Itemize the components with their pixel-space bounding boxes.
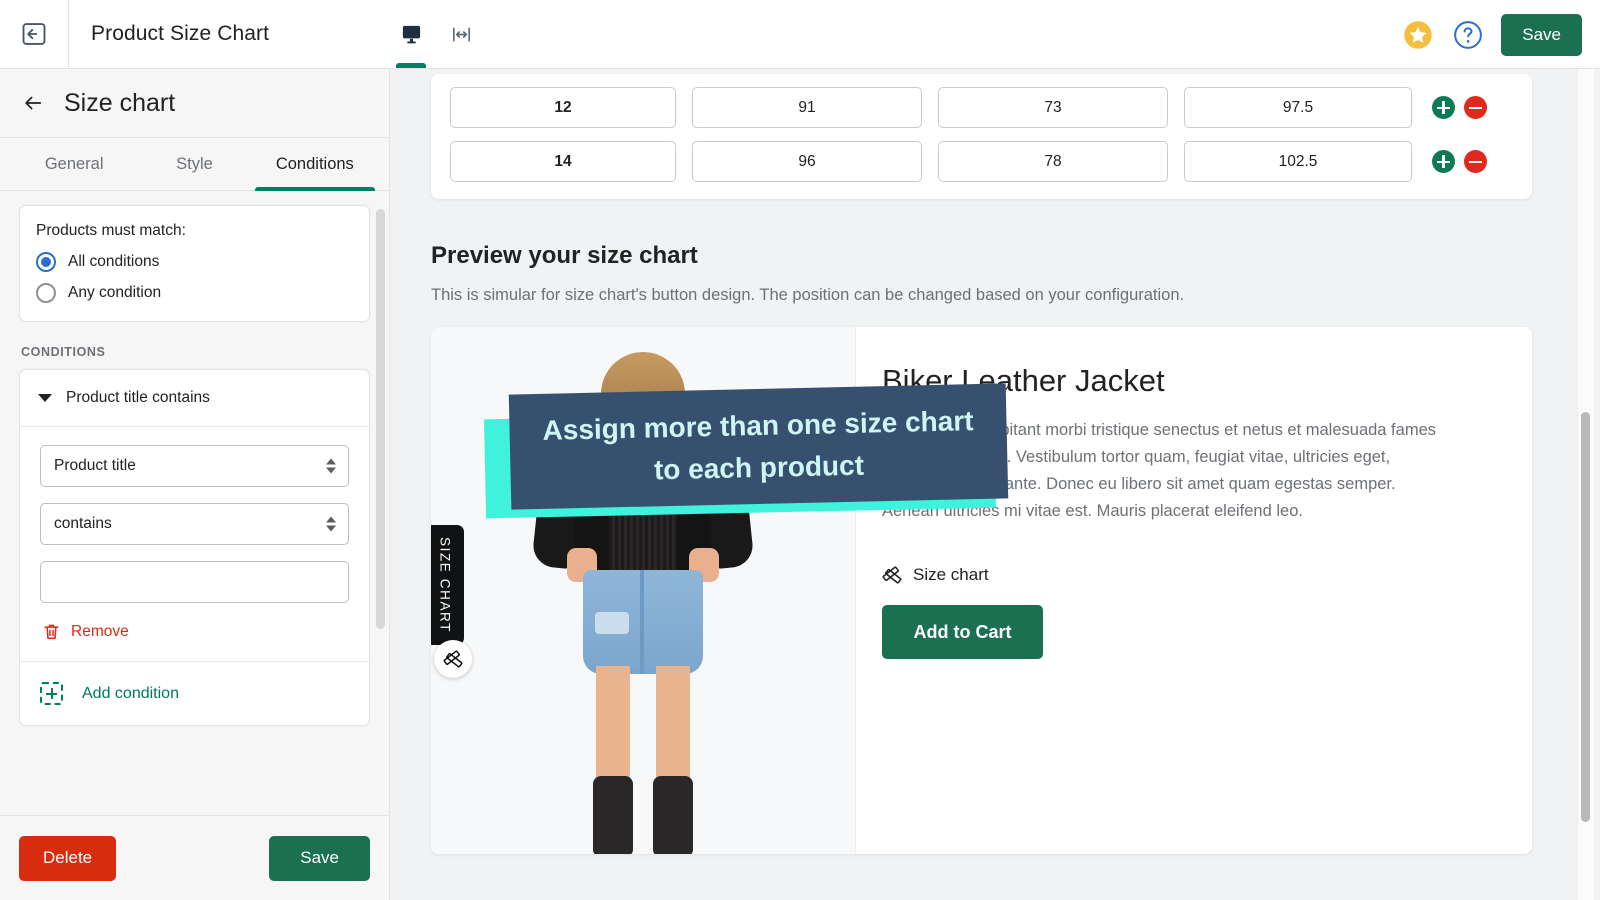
star-icon — [1404, 20, 1432, 49]
remove-condition-label: Remove — [71, 622, 129, 640]
fullwidth-preview-tab[interactable] — [443, 7, 479, 63]
size-cell[interactable]: 78 — [938, 141, 1168, 182]
plus-circle-icon[interactable] — [1432, 150, 1455, 173]
left-panel-scrollbar[interactable] — [376, 209, 385, 629]
save-button-top[interactable]: Save — [1501, 13, 1582, 56]
radio-all-conditions[interactable]: All conditions — [36, 252, 353, 272]
minus-circle-icon[interactable] — [1464, 150, 1487, 173]
size-cell[interactable]: 102.5 — [1184, 141, 1412, 182]
radio-any-condition[interactable]: Any condition — [36, 283, 353, 303]
question-mark-circle-icon — [1454, 20, 1483, 49]
left-settings-panel: Size chart General Style Conditions Prod… — [0, 69, 390, 900]
page-title: Product Size Chart — [91, 22, 270, 45]
products-match-card: Products must match: All conditions Any … — [19, 205, 370, 322]
size-chart-side-tab-label: SIZE CHART — [437, 536, 453, 633]
expand-horizontal-icon — [452, 27, 470, 42]
add-condition-label: Add condition — [82, 684, 179, 702]
tab-conditions[interactable]: Conditions — [254, 138, 376, 191]
ruler-cross-icon — [443, 650, 463, 668]
left-panel-footer: Delete Save — [0, 815, 389, 900]
promo-banner-text: Assign more than one size chart to each … — [542, 400, 975, 494]
plus-circle-icon[interactable] — [1432, 96, 1455, 119]
row-actions — [1432, 150, 1487, 173]
condition-card: Product title contains Product title con… — [19, 369, 370, 726]
size-chart-link[interactable]: Size chart — [882, 565, 1498, 585]
condition-field-select[interactable] — [40, 445, 349, 487]
preview-subheading: This is simular for size chart's button … — [431, 286, 1185, 304]
row-actions — [1432, 96, 1487, 119]
save-button-bottom[interactable]: Save — [269, 835, 370, 881]
condition-operator-select[interactable] — [40, 503, 349, 545]
condition-summary: Product title contains — [66, 389, 210, 406]
ruler-cross-icon — [882, 566, 902, 584]
promo-line-2: to each product — [653, 449, 865, 485]
size-chart-fab-button[interactable] — [434, 640, 472, 678]
promo-line-1: Assign more than one size chart — [542, 404, 974, 446]
desktop-monitor-icon — [402, 25, 420, 44]
add-square-icon — [40, 682, 63, 705]
trash-icon — [44, 624, 59, 639]
tab-general[interactable]: General — [14, 138, 134, 190]
size-cell[interactable]: 12 — [450, 87, 676, 128]
condition-header[interactable]: Product title contains — [20, 370, 369, 427]
arrow-left-icon — [25, 96, 42, 110]
radio-label-all: All conditions — [68, 253, 160, 270]
size-chart-side-tab[interactable]: SIZE CHART — [431, 525, 464, 645]
settings-tabs: General Style Conditions — [0, 138, 389, 191]
radio-indicator-all[interactable] — [36, 252, 56, 272]
main-content-area: 12 91 73 97.5 14 96 78 102.5 Preview you… — [390, 69, 1600, 900]
left-panel-scroll-area: Products must match: All conditions Any … — [0, 191, 389, 815]
promo-banner-box: Assign more than one size chart to each … — [508, 383, 1009, 510]
condition-value-input[interactable] — [40, 561, 349, 603]
add-to-cart-button[interactable]: Add to Cart — [882, 605, 1043, 659]
radio-indicator-any[interactable] — [36, 283, 56, 303]
condition-operator-select-wrap — [40, 503, 349, 545]
panel-back-button[interactable] — [22, 92, 44, 114]
favorite-button[interactable] — [1401, 18, 1435, 52]
topbar-divider — [68, 0, 69, 69]
products-match-label: Products must match: — [36, 222, 186, 239]
size-table-card: 12 91 73 97.5 14 96 78 102.5 — [431, 74, 1532, 199]
preview-mode-toggles — [393, 0, 479, 69]
size-cell[interactable]: 97.5 — [1184, 87, 1412, 128]
main-scrollbar-thumb[interactable] — [1581, 412, 1590, 822]
table-row: 14 96 78 102.5 — [450, 128, 1513, 182]
conditions-section-heading: CONDITIONS — [21, 345, 106, 359]
back-button[interactable] — [12, 12, 56, 56]
condition-field-select-wrap — [40, 445, 349, 487]
condition-body: Remove — [20, 427, 369, 661]
caret-down-icon — [38, 394, 52, 402]
delete-button[interactable]: Delete — [19, 835, 117, 881]
add-condition-button[interactable]: Add condition — [20, 661, 369, 725]
panel-title: Size chart — [64, 88, 176, 117]
size-cell[interactable]: 96 — [692, 141, 922, 182]
topbar-actions: Save — [1401, 0, 1582, 69]
size-cell[interactable]: 91 — [692, 87, 922, 128]
promo-banner: Assign more than one size chart to each … — [484, 383, 1009, 519]
desktop-preview-tab[interactable] — [393, 7, 429, 68]
help-button[interactable] — [1451, 18, 1485, 52]
tab-style[interactable]: Style — [134, 138, 254, 190]
remove-condition-button[interactable]: Remove — [42, 622, 349, 641]
top-bar: Product Size Chart Save — [0, 0, 1600, 69]
condition-value-input-wrap — [40, 561, 349, 603]
size-chart-link-label: Size chart — [913, 565, 989, 584]
preview-heading: Preview your size chart — [431, 242, 698, 269]
size-cell[interactable]: 14 — [450, 141, 676, 182]
radio-label-any: Any condition — [68, 284, 162, 301]
table-row: 12 91 73 97.5 — [450, 74, 1513, 128]
minus-circle-icon[interactable] — [1464, 96, 1487, 119]
left-panel-header: Size chart — [0, 69, 389, 138]
back-arrow-icon — [22, 23, 46, 45]
size-cell[interactable]: 73 — [938, 87, 1168, 128]
